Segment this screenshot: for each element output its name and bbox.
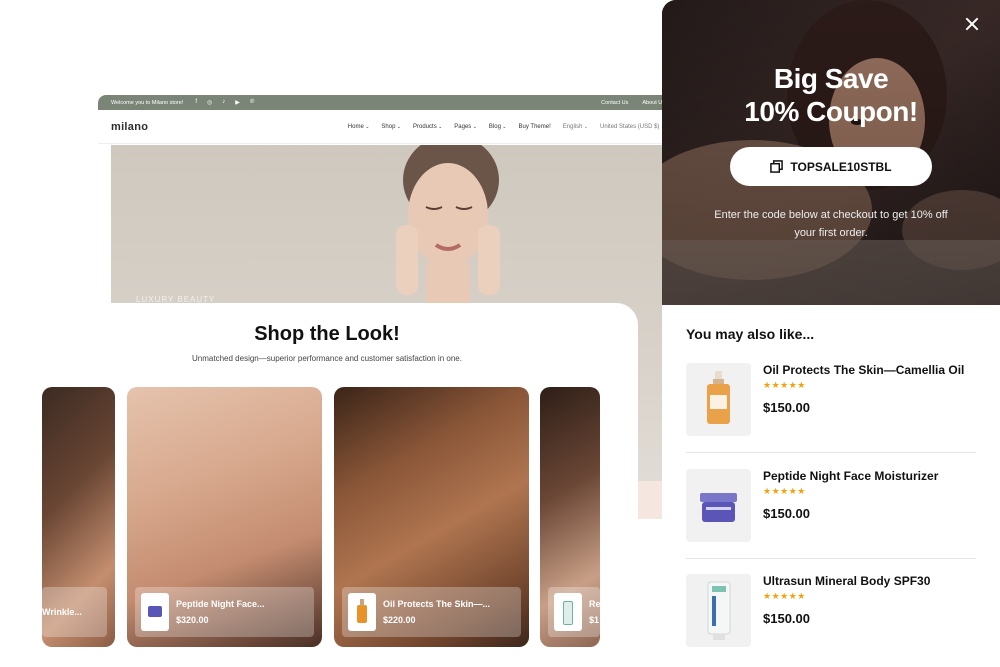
look-slide[interactable]: Re $1: [540, 387, 600, 647]
oil-bottle-icon: [707, 371, 730, 424]
contact-link[interactable]: Contact Us: [601, 100, 628, 106]
tiktok-icon[interactable]: ♪: [222, 99, 225, 106]
close-icon[interactable]: [962, 14, 982, 34]
moisturizer-jar-icon: [700, 493, 737, 522]
hero-model-image: [396, 145, 500, 305]
product-name[interactable]: Oil Protects The Skin—Camellia Oil: [763, 363, 964, 377]
product-price: $150.00: [763, 400, 810, 415]
divider: [686, 558, 976, 559]
product-name[interactable]: Peptide Night Face Moisturizer: [763, 469, 938, 483]
menu-item-products[interactable]: Products: [413, 124, 442, 130]
popup-title-line2: 10% Coupon!: [744, 96, 918, 127]
recommended-product[interactable]: Ultrasun Mineral Body SPF30 ★★★★★ $150.0…: [686, 574, 976, 666]
look-carousel[interactable]: Wrinkle... Peptide Night Face... $320.00: [42, 387, 638, 647]
tag-product-name: Re: [589, 599, 600, 609]
product-image[interactable]: [686, 574, 751, 647]
coupon-popup: Big Save 10% Coupon! TOPSALE10STBL Enter…: [662, 0, 1000, 667]
recommendations-heading: You may also like...: [686, 326, 815, 342]
main-menu: Home Shop Products Pages Blog Buy Theme!…: [348, 124, 665, 130]
product-thumbnail: [141, 593, 169, 631]
look-product-tag[interactable]: Oil Protects The Skin—... $220.00: [342, 587, 521, 637]
facebook-icon[interactable]: f: [195, 99, 197, 106]
menu-item-shop[interactable]: Shop: [381, 124, 401, 130]
popup-hero: Big Save 10% Coupon! TOPSALE10STBL Enter…: [662, 0, 1000, 305]
popup-title: Big Save 10% Coupon!: [662, 62, 1000, 128]
pinterest-icon[interactable]: ℗: [250, 99, 254, 106]
tag-product-name: Wrinkle...: [42, 607, 82, 617]
tag-product-price: $320.00: [176, 615, 209, 625]
menu-item-blog[interactable]: Blog: [489, 124, 507, 130]
instagram-icon[interactable]: ◎: [207, 99, 212, 106]
look-product-tag[interactable]: Peptide Night Face... $320.00: [135, 587, 314, 637]
store-navbar: milano Home Shop Products Pages Blog Buy…: [98, 110, 678, 144]
welcome-text: Welcome you to Milano store!: [111, 99, 184, 106]
store-logo[interactable]: milano: [111, 121, 148, 133]
social-links: f ◎ ♪ ▶ ℗: [195, 99, 254, 106]
copy-icon: [770, 160, 784, 173]
menu-item-buy-theme[interactable]: Buy Theme!: [519, 124, 551, 130]
look-slide[interactable]: Peptide Night Face... $320.00: [127, 387, 322, 647]
youtube-icon[interactable]: ▶: [235, 99, 240, 106]
sunscreen-tube-icon: [707, 581, 731, 640]
rating-stars: ★★★★★: [763, 380, 806, 390]
tag-product-price: $1: [589, 615, 600, 625]
product-price: $150.00: [763, 611, 810, 626]
product-image[interactable]: [686, 469, 751, 542]
product-thumbnail: [348, 593, 376, 631]
section-title: Shop the Look!: [254, 323, 400, 345]
menu-item-pages[interactable]: Pages: [454, 124, 477, 130]
divider: [686, 452, 976, 453]
look-slide[interactable]: Wrinkle...: [42, 387, 115, 647]
look-product-tag[interactable]: Wrinkle...: [42, 587, 107, 637]
store-topbar: Welcome you to Milano store! f ◎ ♪ ▶ ℗ C…: [98, 95, 678, 110]
tag-product-name: Oil Protects The Skin—...: [383, 599, 491, 609]
coupon-description: Enter the code below at checkout to get …: [714, 209, 948, 239]
section-subtitle: Unmatched design—superior performance an…: [192, 354, 462, 363]
recommended-product[interactable]: Peptide Night Face Moisturizer ★★★★★ $15…: [686, 469, 976, 561]
product-thumbnail: [554, 593, 582, 631]
product-image[interactable]: [686, 363, 751, 436]
currency-select[interactable]: United States (USD $): [600, 124, 665, 130]
language-select[interactable]: English: [563, 124, 588, 130]
rating-stars: ★★★★★: [763, 486, 806, 496]
menu-item-home[interactable]: Home: [348, 124, 370, 130]
look-product-tag[interactable]: Re $1: [548, 587, 600, 637]
tag-product-name: Peptide Night Face...: [176, 599, 265, 609]
coupon-code: TOPSALE10STBL: [790, 159, 892, 174]
rating-stars: ★★★★★: [763, 591, 806, 601]
look-slide[interactable]: Oil Protects The Skin—... $220.00: [334, 387, 529, 647]
coupon-code-button[interactable]: TOPSALE10STBL: [730, 147, 932, 186]
shop-the-look-section: Shop the Look! Unmatched design—superior…: [42, 303, 638, 667]
product-name[interactable]: Ultrasun Mineral Body SPF30: [763, 574, 930, 588]
popup-title-line1: Big Save: [773, 63, 889, 94]
decorative-swatch: [638, 481, 662, 519]
recommended-product[interactable]: Oil Protects The Skin—Camellia Oil ★★★★★…: [686, 363, 976, 455]
product-price: $150.00: [763, 506, 810, 521]
tag-product-price: $220.00: [383, 615, 416, 625]
